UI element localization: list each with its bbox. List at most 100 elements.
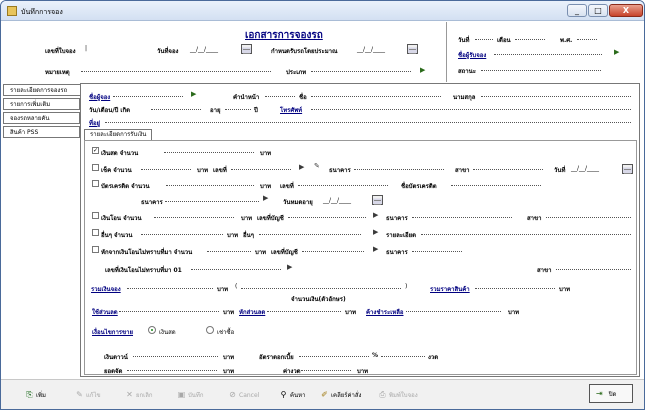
tab-payment-detail[interactable]: รายละเอียดการรับเงิน [84, 129, 153, 140]
close-button[interactable]: ⇥ ปิด [589, 384, 633, 403]
deduct-picker-icon[interactable]: ▶ [373, 245, 382, 253]
cancel-button[interactable]: ⊘ Cancel [228, 388, 259, 402]
other-amount-input[interactable] [141, 229, 223, 235]
deduct-discount-input[interactable] [267, 306, 341, 312]
customer-picker-icon[interactable]: ▶ [191, 90, 200, 98]
down-payment-input[interactable] [133, 351, 218, 357]
cash-amount-input[interactable] [164, 147, 254, 153]
cheque-date-input[interactable]: __/__/____ [571, 165, 599, 172]
minimize-button[interactable]: _ [567, 4, 587, 17]
discount-link[interactable]: ใช้ส่วนลด [92, 307, 118, 317]
total-price-link[interactable]: รวมราคาสินค้า [430, 284, 470, 294]
deduct-discount-link[interactable]: หักส่วนลด [239, 307, 265, 317]
salesman-picker-icon[interactable]: ▶ [614, 48, 623, 56]
close-window-button[interactable]: X [609, 4, 643, 17]
remark-input[interactable] [81, 66, 271, 72]
other-picker-icon[interactable]: ▶ [373, 228, 382, 236]
birth-date-input[interactable] [151, 104, 201, 110]
unknown-picker-icon[interactable]: ▶ [287, 263, 296, 271]
discount-input[interactable] [119, 306, 219, 312]
other-type-input[interactable] [259, 229, 361, 235]
year-input[interactable] [577, 34, 597, 40]
tab-booking-detail[interactable]: รายละเอียดการจองรถ [3, 84, 81, 96]
add-button[interactable]: ⎘ เพิ่ม [25, 388, 46, 402]
cheque-number-input[interactable] [231, 164, 291, 170]
salesman-input[interactable] [494, 49, 602, 55]
other-detail-input[interactable] [421, 229, 631, 235]
installments-input[interactable] [381, 351, 425, 357]
firstname-input[interactable] [311, 91, 441, 97]
salesman-link[interactable]: ชื่อผู้รับจอง [458, 50, 486, 60]
expiry-input[interactable]: __/__/____ [323, 197, 351, 204]
cash-sale-radio[interactable] [148, 326, 156, 334]
binoculars-icon: ⚲ [280, 390, 287, 399]
tab-multi-vehicle[interactable]: จองรถหลายคัน [3, 112, 80, 124]
balance-input[interactable] [127, 365, 217, 371]
phone-input[interactable] [311, 104, 631, 110]
tab-additional-items[interactable]: รายการเพิ่มเติม [3, 98, 80, 110]
address-input[interactable] [105, 117, 631, 123]
calendar-icon[interactable] [372, 195, 383, 205]
maximize-button[interactable]: □ [588, 4, 608, 17]
account-input[interactable] [288, 212, 366, 218]
transfer-amount-input[interactable] [154, 212, 234, 218]
customer-name-link[interactable]: ชื่อผู้จอง [89, 92, 110, 102]
unknown-no-input[interactable] [191, 264, 281, 270]
account-picker-icon[interactable]: ▶ [373, 211, 382, 219]
customer-code-input[interactable] [113, 91, 183, 97]
card-amount-input[interactable] [166, 180, 254, 186]
booking-no-input[interactable]: | [85, 45, 87, 52]
cancel-button-label: Cancel [239, 392, 260, 399]
card-number-input[interactable] [298, 180, 388, 186]
card-name-input[interactable] [451, 180, 541, 186]
clear-button[interactable]: ✐ เคลียร์ค่าสั่ง [320, 388, 361, 402]
type-picker-icon[interactable]: ▶ [420, 66, 429, 74]
cheque-checkbox[interactable] [92, 164, 99, 171]
calendar-icon[interactable] [622, 164, 633, 174]
deduct-checkbox[interactable] [92, 246, 99, 253]
cancel-doc-button[interactable]: ✕ ยกเลิก [125, 388, 152, 402]
day-input[interactable] [475, 34, 493, 40]
deduct-account-input[interactable] [302, 246, 364, 252]
card-bank-input[interactable] [165, 196, 259, 202]
printer-icon: ⎙ [379, 390, 386, 399]
cheque-label: เช็ค จำนวน [101, 167, 132, 174]
calendar-icon[interactable] [407, 44, 418, 54]
hire-purchase-radio[interactable] [206, 326, 214, 334]
interest-input[interactable] [299, 351, 369, 357]
cheque-amount-input[interactable] [141, 164, 191, 170]
branch-input[interactable] [473, 164, 543, 170]
transfer-checkbox[interactable] [92, 212, 99, 219]
phone-link[interactable]: โทรศัพท์ [280, 105, 302, 115]
month-input[interactable] [515, 34, 545, 40]
print-button[interactable]: ⎙ พิมพ์ใบจอง [378, 388, 417, 402]
tab-pss-products[interactable]: สินค้า PSS [3, 126, 80, 138]
card-bank-picker-icon[interactable]: ▶ [263, 194, 272, 202]
unknown-branch-input[interactable] [556, 264, 631, 270]
transfer-branch-input[interactable] [546, 212, 631, 218]
baht-label: บาท [241, 215, 253, 222]
address-link[interactable]: ที่อยู่ [89, 118, 100, 128]
delivery-date-input[interactable]: __/__/____ [357, 46, 385, 53]
search-button[interactable]: ⚲ ค้นหา [279, 388, 306, 402]
deduct-bank-input[interactable] [412, 246, 462, 252]
cheque-picker-icon[interactable]: ▶ [299, 163, 308, 171]
transfer-bank-input[interactable] [412, 212, 512, 218]
remain-link[interactable]: ค้างชำระเหลือ [366, 307, 404, 317]
deduct-amount-input[interactable] [207, 246, 251, 252]
booking-date-input[interactable]: __/__/____ [190, 46, 218, 53]
total-booking-link[interactable]: รวมเงินจอง [91, 284, 121, 294]
card-checkbox[interactable] [92, 180, 99, 187]
other-checkbox[interactable] [92, 229, 99, 236]
type-input[interactable] [311, 66, 411, 72]
lastname-input[interactable] [481, 91, 631, 97]
cash-checkbox[interactable]: ✓ [92, 147, 99, 154]
pen-icon[interactable]: ✎ [314, 162, 323, 170]
age-input[interactable] [225, 104, 251, 110]
prefix-input[interactable] [265, 91, 295, 97]
edit-button[interactable]: ✎ แก้ไข [75, 388, 100, 402]
save-button[interactable]: ▣ บันทึก [177, 388, 204, 402]
monthly-input[interactable] [301, 365, 351, 371]
calendar-icon[interactable] [241, 44, 252, 54]
bank-input[interactable] [354, 164, 444, 170]
